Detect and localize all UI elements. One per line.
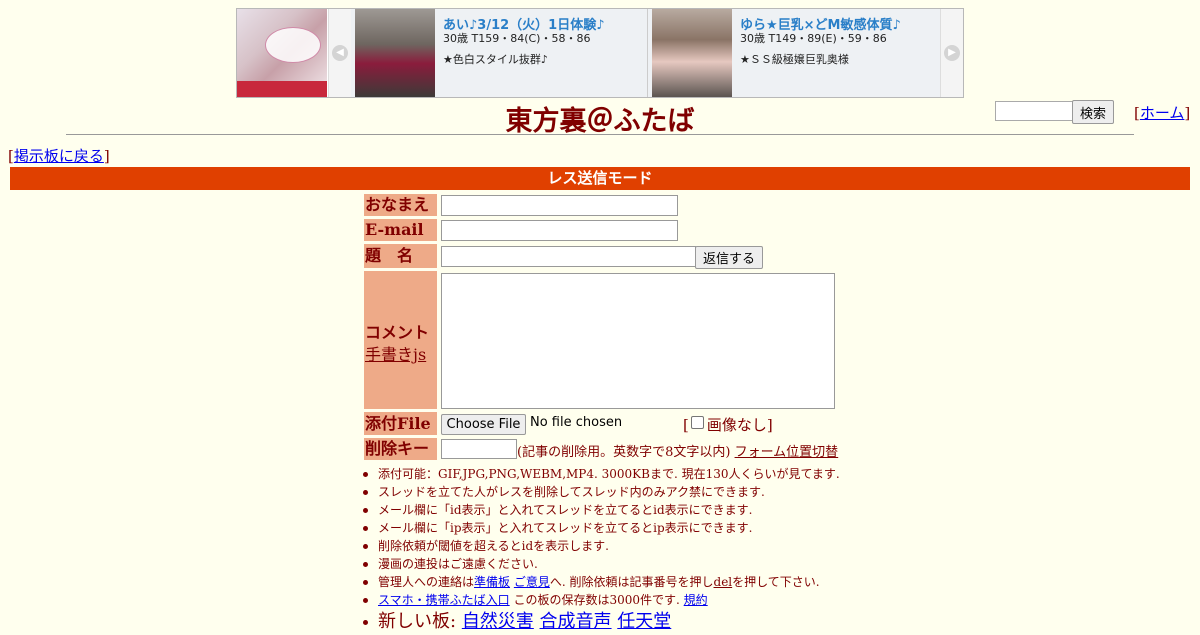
subject-field[interactable] [441,246,696,267]
list-item: 新しい板: 自然災害 合成音声 任天堂 [360,609,840,635]
list-item: メール欄に「id表示」と入れてスレッドを立てるとid表示にできます. [360,501,840,519]
divider [66,134,1134,135]
ad-photo[interactable] [355,9,435,97]
board-rules-list: 添付可能：GIF,JPG,PNG,WEBM,MP4. 3000KBまで. 現在1… [360,465,840,635]
bracket: ] [766,416,773,434]
board-link-disaster[interactable]: 自然災害 [462,611,534,632]
note-text: この板の保存数は3000件です. [513,593,680,607]
list-item: 漫画の連投はご遠慮ください. [360,555,840,573]
ad-card-catch: ★ＳＳ級極嬢巨乳奥様 [740,53,849,66]
email-field[interactable] [441,220,678,241]
board-link-synth-voice[interactable]: 合成音声 [540,611,612,632]
name-label: おなまえ [364,194,437,216]
delete-key-field[interactable] [441,439,517,459]
no-image-label: 画像なし [706,416,767,434]
note-text: を押して下さい. [732,575,820,589]
file-label: 添付File [364,412,437,435]
ad-prev-button[interactable]: ◀ [328,9,352,97]
file-status: No file chosen [530,415,623,430]
search-button[interactable]: 検索 [1072,100,1114,124]
comment-textarea[interactable] [441,273,835,409]
chevron-right-icon: ▶ [944,45,960,61]
bracket: [ [683,416,689,434]
list-item: 添付可能：GIF,JPG,PNG,WEBM,MP4. 3000KBまで. 現在1… [360,465,840,483]
name-field[interactable] [441,195,678,216]
note-text: 新しい板: [378,611,457,632]
bracket: ] [1184,104,1191,122]
back-to-board-link[interactable]: 掲示板に戻る [14,147,104,165]
back-link-wrapper: [掲示板に戻る] [8,145,110,166]
comment-label: コメント [365,323,430,342]
reply-mode-banner: レス送信モード [10,167,1190,190]
list-item: スマホ・携帯ふたば入口 この板の保存数は3000件です. 規約 [360,591,840,609]
feedback-link[interactable]: ご意見 [514,575,550,589]
prep-board-link[interactable]: 準備板 [474,575,510,589]
submit-reply-button[interactable]: 返信する [695,246,763,269]
ad-banner[interactable]: ◀ あい♪3/12（火）1日体験♪ 30歳 T159・84(C)・58・86 ★… [236,8,964,98]
handwriting-link[interactable]: 手書きjs [365,341,426,365]
list-item: 削除依頼が閾値を超えるとidを表示します. [360,537,840,555]
del-link[interactable]: del [714,575,733,589]
rules-link[interactable]: 規約 [684,593,708,607]
email-label: E-mail [364,219,437,241]
board-link-nintendo[interactable]: 任天堂 [617,611,671,632]
list-item: スレッドを立てた人がレスを削除してスレッド内のみアク禁にできます. [360,483,840,501]
bracket: ] [103,147,110,165]
ad-card-left[interactable]: あい♪3/12（火）1日体験♪ 30歳 T159・84(C)・58・86 ★色白… [351,9,648,97]
ad-card-spec: 30歳 T149・89(E)・59・86 [740,32,887,45]
list-item: 管理人への連絡は準備板 ご意見へ. 削除依頼は記事番号を押しdelを押して下さい… [360,573,840,591]
note-text: 管理人への連絡は [378,575,475,589]
shop-logo-icon [265,27,321,63]
ad-card-catch: ★色白スタイル抜群♪ [443,53,548,66]
ad-next-button[interactable]: ▶ [940,9,963,97]
ad-card-right[interactable]: ゆら★巨乳×どM敏感体質♪ 30歳 T149・89(E)・59・86 ★ＳＳ級極… [648,9,941,97]
home-link-wrapper: [ホーム] [1134,102,1190,123]
search-input[interactable] [995,101,1074,121]
delete-key-note: (記事の削除用。英数字で8文字以内) フォーム位置切替 [517,441,838,460]
ad-shop-image[interactable] [237,9,327,97]
comment-label-cell: コメント 手書きjs [364,271,437,409]
mobile-entry-link[interactable]: スマホ・携帯ふたば入口 [378,593,510,607]
note-text: へ. 削除依頼は記事番号を押し [549,575,714,589]
choose-file-button[interactable]: Choose File [441,414,526,435]
list-item: メール欄に「ip表示」と入れてスレッドを立てるとip表示にできます. [360,519,840,537]
no-image-toggle[interactable]: [ 画像なし] [683,414,773,435]
delete-key-hint: (記事の削除用。英数字で8文字以内) [517,445,731,460]
chevron-left-icon: ◀ [332,45,348,61]
ad-price-band [237,81,327,97]
home-link[interactable]: ホーム [1140,104,1185,122]
ad-card-spec: 30歳 T159・84(C)・58・86 [443,32,591,45]
ad-photo[interactable] [652,9,732,97]
no-image-checkbox[interactable] [690,416,704,429]
subject-label: 題 名 [364,244,437,268]
form-position-link[interactable]: フォーム位置切替 [735,445,839,460]
delete-key-label: 削除キー [364,438,437,460]
